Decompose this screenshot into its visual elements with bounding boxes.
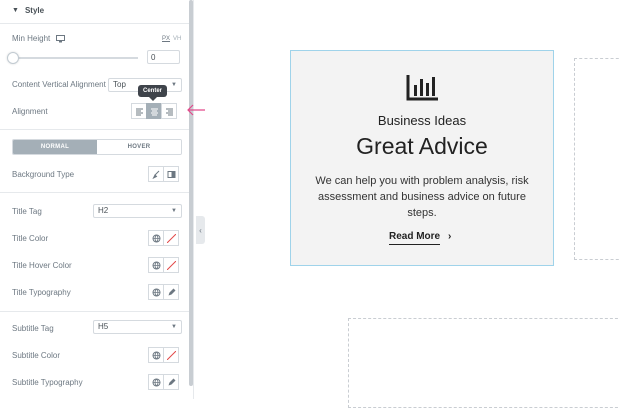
global-colors-button[interactable] (148, 347, 164, 363)
color-picker-button[interactable] (163, 257, 179, 273)
divider (0, 311, 189, 312)
align-right-icon (165, 108, 173, 115)
align-center-icon (150, 108, 158, 115)
align-left-icon (135, 108, 143, 115)
min-height-slider-track[interactable] (12, 57, 138, 59)
title-color-label: Title Color (12, 234, 49, 243)
chevron-down-icon: ▼ (171, 324, 177, 330)
global-fonts-button[interactable] (148, 284, 164, 300)
global-fonts-button[interactable] (148, 374, 164, 390)
no-color-icon (166, 260, 176, 270)
panel-scrollbar[interactable] (189, 0, 193, 386)
gradient-icon (167, 170, 175, 178)
no-color-icon (166, 350, 176, 360)
title-typography-controls (148, 284, 179, 300)
subtitle-color-label: Subtitle Color (12, 351, 61, 360)
title-typography-label: Title Typography (12, 288, 71, 297)
align-left-button[interactable] (131, 103, 147, 119)
title-tag-select[interactable]: H2 ▼ (93, 204, 182, 218)
divider (0, 23, 189, 24)
subtitle-tag-select[interactable]: H5 ▼ (93, 320, 182, 334)
background-type-button-group (148, 166, 179, 182)
center-tooltip: Center (138, 85, 168, 101)
globe-icon (152, 234, 160, 242)
pencil-icon (168, 288, 175, 295)
alignment-button-group (131, 103, 177, 119)
gradient-background-button[interactable] (163, 166, 179, 182)
collapse-panel-button[interactable]: ‹ (196, 216, 205, 244)
unit-vh[interactable]: VH (173, 36, 181, 42)
subtitle-color-controls (148, 347, 179, 363)
alignment-label: Alignment (12, 107, 48, 116)
content-vertical-alignment-label: Content Vertical Alignment (12, 80, 106, 89)
title-hover-color-controls (148, 257, 179, 273)
empty-section-placeholder[interactable] (348, 318, 620, 408)
min-height-label: Min Height (12, 34, 66, 43)
style-panel: ▼ Style Min Height PX VH 0 Content Verti… (0, 0, 194, 399)
title-tag-label: Title Tag (12, 207, 42, 216)
brush-icon (151, 170, 159, 179)
info-card[interactable]: Business Ideas Great Advice We can help … (290, 50, 554, 266)
color-picker-button[interactable] (163, 230, 179, 246)
unit-px[interactable]: PX (162, 36, 170, 42)
color-picker-button[interactable] (163, 347, 179, 363)
globe-icon (152, 378, 160, 386)
subtitle-typography-controls (148, 374, 179, 390)
empty-column-placeholder[interactable] (574, 58, 620, 260)
pencil-icon (168, 378, 175, 385)
bar-chart-icon (406, 75, 438, 101)
tab-hover[interactable]: HOVER (97, 140, 181, 154)
globe-icon (152, 351, 160, 359)
background-type-label: Background Type (12, 170, 75, 179)
global-colors-button[interactable] (148, 230, 164, 246)
title-hover-color-label: Title Hover Color (12, 261, 72, 270)
edit-typography-button[interactable] (163, 374, 179, 390)
globe-icon (152, 261, 160, 269)
globe-icon (152, 288, 160, 296)
divider (0, 192, 189, 193)
card-description: We can help you with problem analysis, r… (315, 175, 529, 219)
subtitle-tag-label: Subtitle Tag (12, 324, 54, 333)
section-style-header[interactable]: ▼ Style (12, 6, 44, 15)
read-more-link[interactable]: Read More (389, 231, 441, 245)
chevron-right-icon[interactable]: › (448, 231, 451, 242)
subtitle-typography-label: Subtitle Typography (12, 378, 83, 387)
global-colors-button[interactable] (148, 257, 164, 273)
chevron-down-icon: ▼ (171, 208, 177, 214)
section-title: Style (24, 6, 45, 15)
card-title: Great Advice (356, 133, 488, 159)
classic-background-button[interactable] (148, 166, 164, 182)
no-color-icon (166, 233, 176, 243)
title-color-controls (148, 230, 179, 246)
min-height-input[interactable]: 0 (147, 50, 180, 64)
chevron-left-icon: ‹ (199, 225, 202, 235)
tab-normal[interactable]: NORMAL (13, 140, 97, 154)
state-tabs: NORMAL HOVER (12, 139, 182, 155)
card-subtitle: Business Ideas (377, 113, 467, 128)
align-right-button[interactable] (161, 103, 177, 119)
caret-down-icon: ▼ (12, 7, 19, 14)
edit-typography-button[interactable] (163, 284, 179, 300)
min-height-slider-handle[interactable] (7, 52, 19, 64)
align-center-button[interactable] (146, 103, 162, 119)
divider (0, 129, 189, 130)
chevron-down-icon: ▼ (171, 82, 177, 88)
desktop-icon[interactable] (56, 34, 66, 43)
